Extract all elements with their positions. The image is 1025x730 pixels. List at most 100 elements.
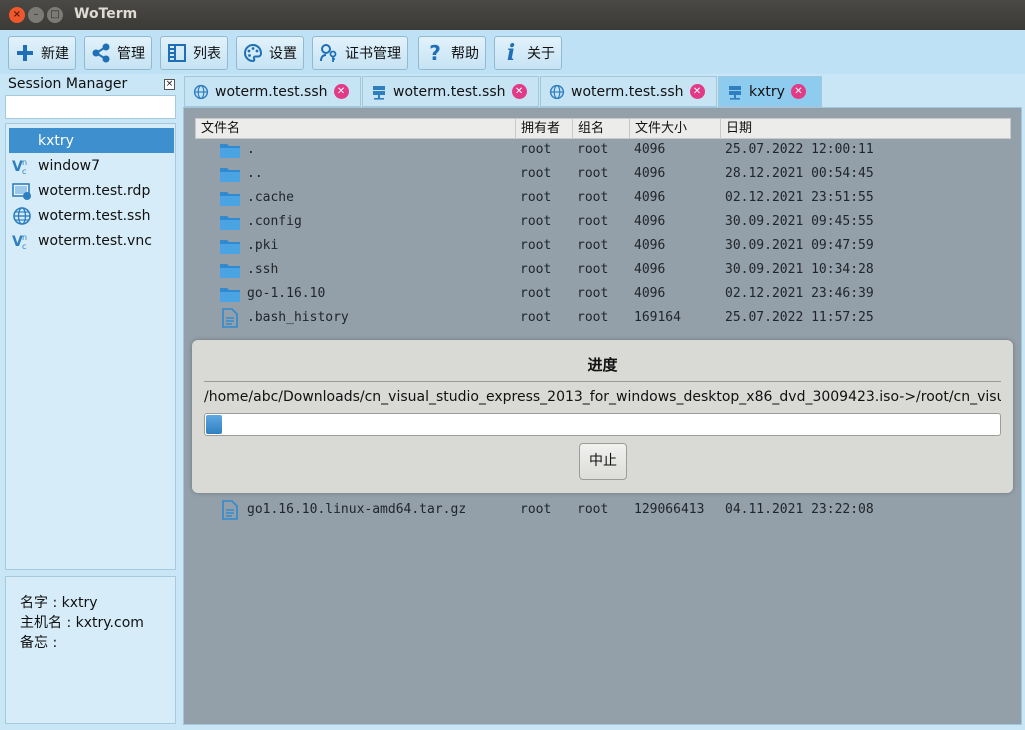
file-owner: root	[520, 262, 552, 277]
tab-label: woterm.test.ssh	[215, 83, 328, 100]
file-name: .config	[247, 214, 302, 229]
globe-icon	[193, 84, 209, 100]
file-size: 4096	[634, 286, 666, 301]
file-owner: root	[520, 190, 552, 205]
session-item-woterm-test-vnc[interactable]: Vnc woterm.test.vnc	[9, 228, 174, 253]
session-item-woterm-test-rdp[interactable]: woterm.test.rdp	[9, 178, 174, 203]
session-manager-title: Session Manager	[8, 76, 128, 92]
list-panel-icon	[167, 43, 187, 63]
tab-label: woterm.test.ssh	[571, 83, 684, 100]
file-owner: root	[520, 286, 552, 301]
file-date: 02.12.2021 23:51:55	[725, 190, 874, 205]
tab-woterm-test-ssh-2[interactable]: woterm.test.ssh ✕	[362, 76, 539, 107]
file-name: .cache	[247, 190, 294, 205]
folder-icon	[219, 236, 241, 256]
window-minimize-button[interactable]: –	[28, 7, 44, 23]
file-date: 30.09.2021 09:47:59	[725, 238, 874, 253]
file-row[interactable]: .. root root 4096 28.12.2021 00:54:45	[195, 162, 1011, 186]
dialog-divider	[204, 381, 1001, 382]
abort-button[interactable]: 中止	[579, 443, 627, 480]
file-group: root	[577, 238, 609, 253]
col-group[interactable]: 组名	[573, 119, 630, 138]
tab-close-icon[interactable]: ✕	[333, 84, 349, 99]
session-search-input[interactable]	[5, 95, 176, 119]
file-date: 30.09.2021 10:34:28	[725, 262, 874, 277]
file-group: root	[577, 190, 609, 205]
cert-manage-button[interactable]: 证书管理	[312, 36, 408, 70]
tab-close-icon[interactable]: ✕	[511, 84, 527, 99]
manage-button-label: 管理	[117, 46, 145, 62]
new-button[interactable]: 新建	[8, 36, 76, 70]
server-icon	[371, 84, 387, 100]
file-group: root	[577, 310, 609, 325]
file-group: root	[577, 166, 609, 181]
file-size: 4096	[634, 214, 666, 229]
settings-button-label: 设置	[269, 46, 297, 62]
tab-label: woterm.test.ssh	[393, 83, 506, 100]
file-date: 25.07.2022 11:57:25	[725, 310, 874, 325]
session-item-window7[interactable]: Vnc window7	[9, 153, 174, 178]
session-label: woterm.test.vnc	[38, 232, 152, 249]
folder-icon	[219, 212, 241, 232]
col-date[interactable]: 日期	[721, 119, 1010, 138]
file-row[interactable]: go-1.16.10 root root 4096 02.12.2021 23:46:3…	[195, 282, 1011, 306]
info-host: 主机名 : kxtry.com	[20, 615, 144, 631]
file-size: 169164	[634, 310, 681, 325]
file-size: 4096	[634, 190, 666, 205]
progress-dialog-title: 进度	[587, 356, 618, 374]
svg-text:n: n	[22, 233, 27, 242]
file-date: 02.12.2021 23:46:39	[725, 286, 874, 301]
tab-kxtry[interactable]: kxtry ✕	[718, 76, 822, 107]
manage-button[interactable]: 管理	[84, 36, 152, 70]
transfer-path: /home/abc/Downloads/cn_visual_studio_exp…	[204, 389, 1001, 405]
file-date: 30.09.2021 09:45:55	[725, 214, 874, 229]
folder-icon	[219, 164, 241, 184]
col-filename[interactable]: 文件名	[196, 119, 516, 138]
file-table-header: 文件名 拥有者 组名 文件大小 日期	[195, 118, 1011, 139]
folder-icon	[219, 260, 241, 280]
toolbar: 新建 管理 列表 设置 证书管理 ? 帮助 i 关于	[0, 30, 1025, 74]
help-button[interactable]: ? 帮助	[418, 36, 486, 70]
file-icon	[219, 308, 241, 328]
file-size: 4096	[634, 262, 666, 277]
col-owner[interactable]: 拥有者	[516, 119, 573, 138]
file-size: 4096	[634, 166, 666, 181]
file-row[interactable]: .cache root root 4096 02.12.2021 23:51:55	[195, 186, 1011, 210]
file-row[interactable]: go1.16.10.linux-amd64.tar.gz root root 1290…	[195, 498, 1011, 522]
new-button-label: 新建	[41, 46, 69, 62]
svg-text:c: c	[22, 167, 26, 176]
cert-manage-button-label: 证书管理	[345, 46, 401, 62]
session-label: woterm.test.ssh	[38, 207, 151, 224]
session-item-woterm-test-ssh[interactable]: woterm.test.ssh	[9, 203, 174, 228]
settings-button[interactable]: 设置	[236, 36, 304, 70]
session-item-kxtry[interactable]: kxtry	[9, 128, 174, 153]
window-maximize-button[interactable]: □	[47, 7, 63, 23]
panel-close-icon[interactable]: ×	[164, 79, 175, 90]
tab-woterm-test-ssh-3[interactable]: woterm.test.ssh ✕	[540, 76, 717, 107]
file-size: 4096	[634, 142, 666, 157]
tab-close-icon[interactable]: ✕	[689, 84, 705, 99]
col-size[interactable]: 文件大小	[630, 119, 721, 138]
file-row[interactable]: .pki root root 4096 30.09.2021 09:47:59	[195, 234, 1011, 258]
file-size: 4096	[634, 238, 666, 253]
palette-icon	[243, 43, 263, 63]
file-row[interactable]: .config root root 4096 30.09.2021 09:45:55	[195, 210, 1011, 234]
globe-icon	[549, 84, 565, 100]
file-row[interactable]: .ssh root root 4096 30.09.2021 10:34:28	[195, 258, 1011, 282]
question-icon: ?	[429, 41, 441, 65]
about-button[interactable]: i 关于	[494, 36, 562, 70]
file-name: .	[247, 142, 255, 157]
tab-close-icon[interactable]: ✕	[790, 84, 806, 99]
file-owner: root	[520, 310, 552, 325]
tab-woterm-test-ssh-1[interactable]: woterm.test.ssh ✕	[184, 76, 361, 107]
window-close-button[interactable]: ×	[9, 7, 25, 23]
rdp-icon	[12, 181, 32, 201]
list-button[interactable]: 列表	[160, 36, 228, 70]
file-row[interactable]: .bash_history root root 169164 25.07.2022 11…	[195, 306, 1011, 330]
progress-dialog: 进度 /home/abc/Downloads/cn_visual_studio_…	[192, 340, 1013, 493]
tab-label: kxtry	[749, 83, 785, 100]
file-owner: root	[520, 166, 552, 181]
file-group: root	[577, 502, 609, 517]
file-row[interactable]: . root root 4096 25.07.2022 12:00:11	[195, 138, 1011, 162]
about-button-label: 关于	[527, 46, 555, 62]
